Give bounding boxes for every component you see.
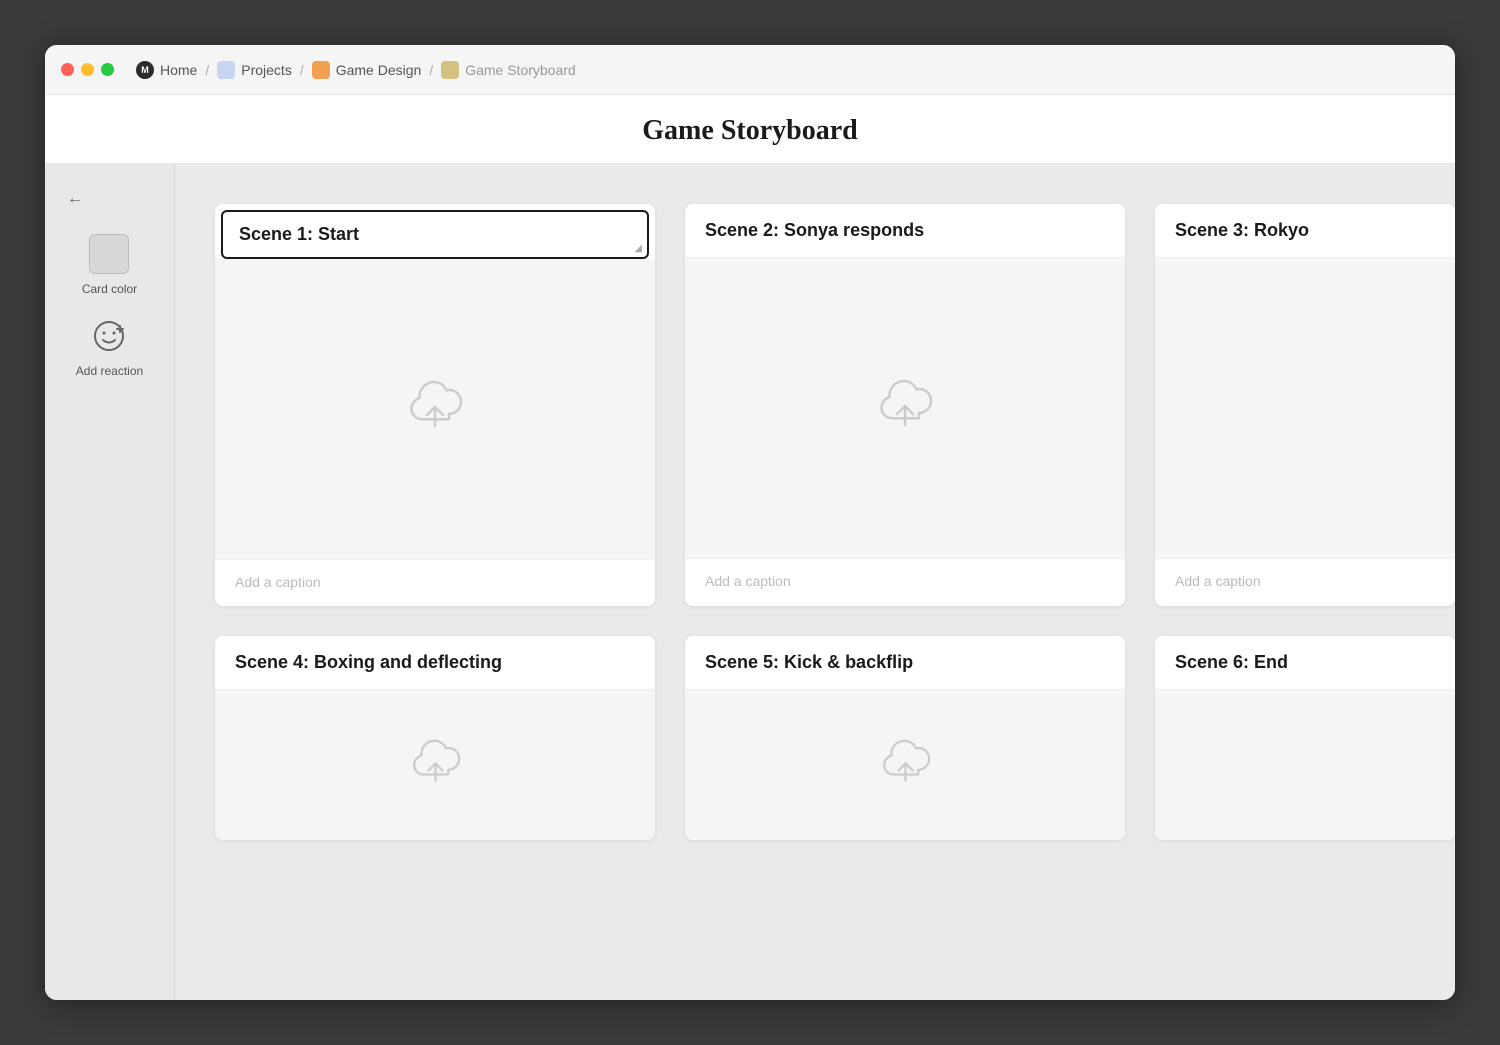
back-button[interactable]: ←: [60, 184, 90, 214]
scene-2-title: Scene 2: Sonya responds: [705, 220, 924, 240]
home-icon: M: [136, 61, 154, 79]
cards-grid: Scene 1: Start ◢ Add a ca: [215, 204, 1455, 840]
maximize-button[interactable]: [101, 63, 114, 76]
scene-1-image-area[interactable]: [215, 259, 655, 559]
card-color-button[interactable]: Card color: [82, 234, 137, 296]
sidebar: ← Card color Add reaction: [45, 164, 175, 1000]
add-reaction-label: Add reaction: [76, 364, 143, 378]
breadcrumb-home-label: Home: [160, 62, 197, 78]
scene-card-6[interactable]: Scene 6: End: [1155, 636, 1455, 840]
scene-4-image-area[interactable]: [215, 690, 655, 840]
scene-5-title: Scene 5: Kick & backflip: [705, 652, 913, 672]
page-header: Game Storyboard: [45, 95, 1455, 164]
reaction-icon: [89, 316, 129, 356]
scene-3-caption[interactable]: Add a caption: [1155, 558, 1455, 605]
page-title: Game Storyboard: [45, 115, 1455, 147]
projects-icon: [217, 61, 235, 79]
breadcrumb-sep-2: /: [300, 62, 304, 78]
add-reaction-button[interactable]: Add reaction: [76, 316, 143, 378]
main-canvas[interactable]: Scene 1: Start ◢ Add a ca: [175, 164, 1455, 1000]
scene-2-header[interactable]: Scene 2: Sonya responds: [685, 204, 1125, 258]
breadcrumb: M Home / Projects / Game Design / Game S…: [136, 61, 576, 79]
card-color-label: Card color: [82, 282, 137, 296]
scene-2-caption[interactable]: Add a caption: [685, 558, 1125, 605]
upload-icon-5: [878, 738, 933, 793]
title-bar: M Home / Projects / Game Design / Game S…: [45, 45, 1455, 95]
scene-1-header[interactable]: Scene 1: Start ◢: [221, 210, 649, 259]
scene-1-title: Scene 1: Start: [239, 224, 359, 244]
scene-2-caption-text: Add a caption: [705, 573, 791, 589]
scene-6-title: Scene 6: End: [1175, 652, 1288, 672]
scene-5-image-area[interactable]: [685, 690, 1125, 840]
scene-2-image-area[interactable]: [685, 258, 1125, 558]
color-swatch: [89, 234, 129, 274]
breadcrumb-projects-label: Projects: [241, 62, 292, 78]
scene-1-caption-text: Add a caption: [235, 574, 321, 590]
back-icon: ←: [67, 190, 83, 208]
scene-3-title: Scene 3: Rokyo: [1175, 220, 1309, 240]
close-button[interactable]: [61, 63, 74, 76]
minimize-button[interactable]: [81, 63, 94, 76]
breadcrumb-sep-3: /: [429, 62, 433, 78]
resize-handle[interactable]: ◢: [634, 243, 642, 254]
scene-3-image-area[interactable]: [1155, 258, 1455, 558]
scene-4-header[interactable]: Scene 4: Boxing and deflecting: [215, 636, 655, 690]
scene-3-caption-text: Add a caption: [1175, 573, 1261, 589]
upload-icon-1: [405, 379, 465, 439]
scene-4-title: Scene 4: Boxing and deflecting: [235, 652, 502, 672]
scene-6-header[interactable]: Scene 6: End: [1155, 636, 1455, 690]
scene-3-header[interactable]: Scene 3: Rokyo: [1155, 204, 1455, 258]
traffic-lights: [61, 63, 114, 76]
upload-icon-2: [875, 378, 935, 438]
breadcrumb-home[interactable]: M Home: [136, 61, 197, 79]
scene-card-5[interactable]: Scene 5: Kick & backflip: [685, 636, 1125, 840]
scene-card-1[interactable]: Scene 1: Start ◢ Add a ca: [215, 204, 655, 606]
content-area: ← Card color Add reaction: [45, 164, 1455, 1000]
breadcrumb-storyboard-label: Game Storyboard: [465, 62, 576, 78]
scene-5-header[interactable]: Scene 5: Kick & backflip: [685, 636, 1125, 690]
breadcrumb-projects[interactable]: Projects: [217, 61, 292, 79]
scene-card-3[interactable]: Scene 3: Rokyo Add a caption: [1155, 204, 1455, 606]
storyboard-icon: [441, 61, 459, 79]
gamedesign-icon: [312, 61, 330, 79]
breadcrumb-sep-1: /: [205, 62, 209, 78]
scene-6-image-area[interactable]: [1155, 690, 1455, 840]
scene-1-caption[interactable]: Add a caption: [215, 559, 655, 606]
app-window: M Home / Projects / Game Design / Game S…: [45, 45, 1455, 1000]
breadcrumb-gamedesign[interactable]: Game Design: [312, 61, 422, 79]
breadcrumb-gamedesign-label: Game Design: [336, 62, 422, 78]
breadcrumb-storyboard: Game Storyboard: [441, 61, 576, 79]
scene-card-4[interactable]: Scene 4: Boxing and deflecting: [215, 636, 655, 840]
upload-icon-4: [408, 738, 463, 793]
scene-card-2[interactable]: Scene 2: Sonya responds Add a caption: [685, 204, 1125, 606]
